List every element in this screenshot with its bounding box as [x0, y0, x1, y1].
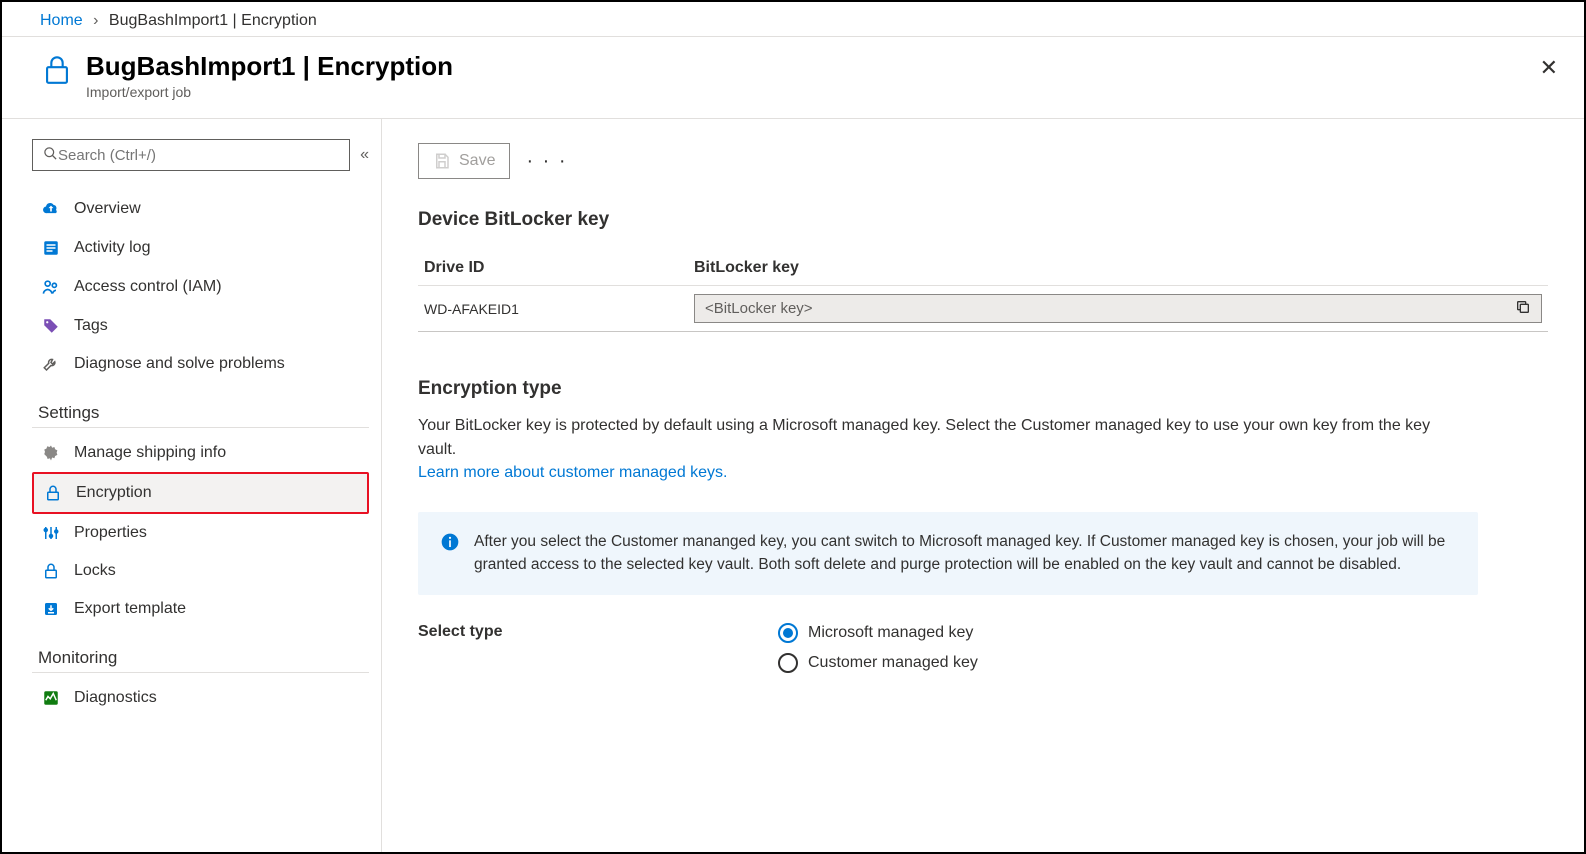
log-icon: [40, 239, 62, 257]
encryption-type-radio-group: Microsoft managed key Customer managed k…: [778, 623, 978, 673]
bitlocker-table: Drive ID BitLocker key WD-AFAKEID1 <BitL…: [418, 251, 1548, 332]
info-icon: [440, 532, 460, 577]
save-button-label: Save: [459, 152, 495, 170]
radio-microsoft-managed[interactable]: Microsoft managed key: [778, 623, 978, 643]
radio-icon: [778, 653, 798, 673]
info-box: After you select the Customer mananged k…: [418, 512, 1478, 595]
lock-icon: [40, 562, 62, 580]
sidebar-item-tags[interactable]: Tags: [32, 307, 369, 345]
encryption-type-title: Encryption type: [418, 378, 1548, 400]
search-input[interactable]: [58, 147, 339, 164]
save-button[interactable]: Save: [418, 143, 510, 179]
toolbar: Save · · ·: [418, 143, 1548, 179]
sidebar-item-export-template[interactable]: Export template: [32, 590, 369, 628]
people-icon: [40, 277, 62, 297]
sidebar-item-overview[interactable]: Overview: [32, 189, 369, 229]
sidebar-item-manage-shipping[interactable]: Manage shipping info: [32, 434, 369, 472]
radio-label: Microsoft managed key: [808, 624, 973, 642]
sidebar-item-encryption[interactable]: Encryption: [32, 472, 369, 514]
lock-icon: [40, 53, 74, 90]
sidebar-item-label: Encryption: [76, 484, 152, 502]
table-row: WD-AFAKEID1 <BitLocker key>: [418, 286, 1548, 332]
cloud-up-icon: [40, 199, 62, 219]
select-type-label: Select type: [418, 623, 778, 673]
search-input-wrapper[interactable]: [32, 139, 350, 171]
col-header-bitlocker-key: BitLocker key: [694, 259, 1542, 277]
more-button[interactable]: · · ·: [520, 144, 573, 179]
save-icon: [433, 152, 451, 170]
encryption-type-desc: Your BitLocker key is protected by defau…: [418, 414, 1458, 462]
radio-icon: [778, 623, 798, 643]
gear-icon: [40, 444, 62, 462]
sidebar-item-properties[interactable]: Properties: [32, 514, 369, 552]
radio-label: Customer managed key: [808, 654, 978, 672]
sidebar-section-settings: Settings: [32, 403, 369, 428]
breadcrumb-home[interactable]: Home: [40, 12, 83, 29]
sidebar-item-label: Tags: [74, 317, 108, 335]
sidebar-item-diagnostics[interactable]: Diagnostics: [32, 679, 369, 717]
sidebar-section-monitoring: Monitoring: [32, 648, 369, 673]
sidebar-item-label: Locks: [74, 562, 116, 580]
sidebar-item-access-control[interactable]: Access control (IAM): [32, 267, 369, 307]
sidebar-item-label: Activity log: [74, 239, 150, 257]
learn-more-link[interactable]: Learn more about customer managed keys.: [418, 464, 728, 482]
radio-customer-managed[interactable]: Customer managed key: [778, 653, 978, 673]
chevron-right-icon: ›: [93, 12, 98, 29]
breadcrumb-current: BugBashImport1 | Encryption: [109, 12, 317, 29]
lock-icon: [42, 484, 64, 502]
breadcrumb: Home › BugBashImport1 | Encryption: [2, 2, 1584, 37]
main-content: Save · · · Device BitLocker key Drive ID…: [382, 119, 1584, 852]
page-subtitle: Import/export job: [86, 84, 1564, 100]
collapse-sidebar-icon[interactable]: «: [360, 146, 369, 164]
tag-icon: [40, 317, 62, 335]
info-text: After you select the Customer mananged k…: [474, 530, 1456, 577]
sidebar-item-label: Diagnostics: [74, 689, 157, 707]
diagnostics-icon: [40, 689, 62, 707]
close-icon[interactable]: ✕: [1532, 51, 1566, 85]
sidebar-item-label: Properties: [74, 524, 147, 542]
sidebar-item-diagnose[interactable]: Diagnose and solve problems: [32, 345, 369, 383]
bitlocker-key-input[interactable]: <BitLocker key>: [694, 294, 1542, 323]
page-title: BugBashImport1 | Encryption: [86, 51, 1564, 82]
bitlocker-section-title: Device BitLocker key: [418, 209, 1548, 231]
search-icon: [43, 146, 58, 164]
wrench-icon: [40, 355, 62, 373]
drive-id-value: WD-AFAKEID1: [424, 301, 694, 317]
page-header: BugBashImport1 | Encryption Import/expor…: [2, 37, 1584, 119]
bitlocker-key-value: <BitLocker key>: [705, 300, 1515, 317]
sidebar-item-label: Access control (IAM): [74, 278, 222, 296]
sidebar-item-locks[interactable]: Locks: [32, 552, 369, 590]
copy-icon[interactable]: [1515, 299, 1531, 318]
sliders-icon: [40, 524, 62, 542]
sidebar-item-label: Diagnose and solve problems: [74, 355, 285, 373]
col-header-drive-id: Drive ID: [424, 259, 694, 277]
sidebar: « Overview Activity log Access control (…: [2, 119, 382, 852]
sidebar-item-label: Overview: [74, 200, 141, 218]
export-icon: [40, 600, 62, 618]
sidebar-item-activity-log[interactable]: Activity log: [32, 229, 369, 267]
sidebar-item-label: Manage shipping info: [74, 444, 226, 462]
sidebar-item-label: Export template: [74, 600, 186, 618]
